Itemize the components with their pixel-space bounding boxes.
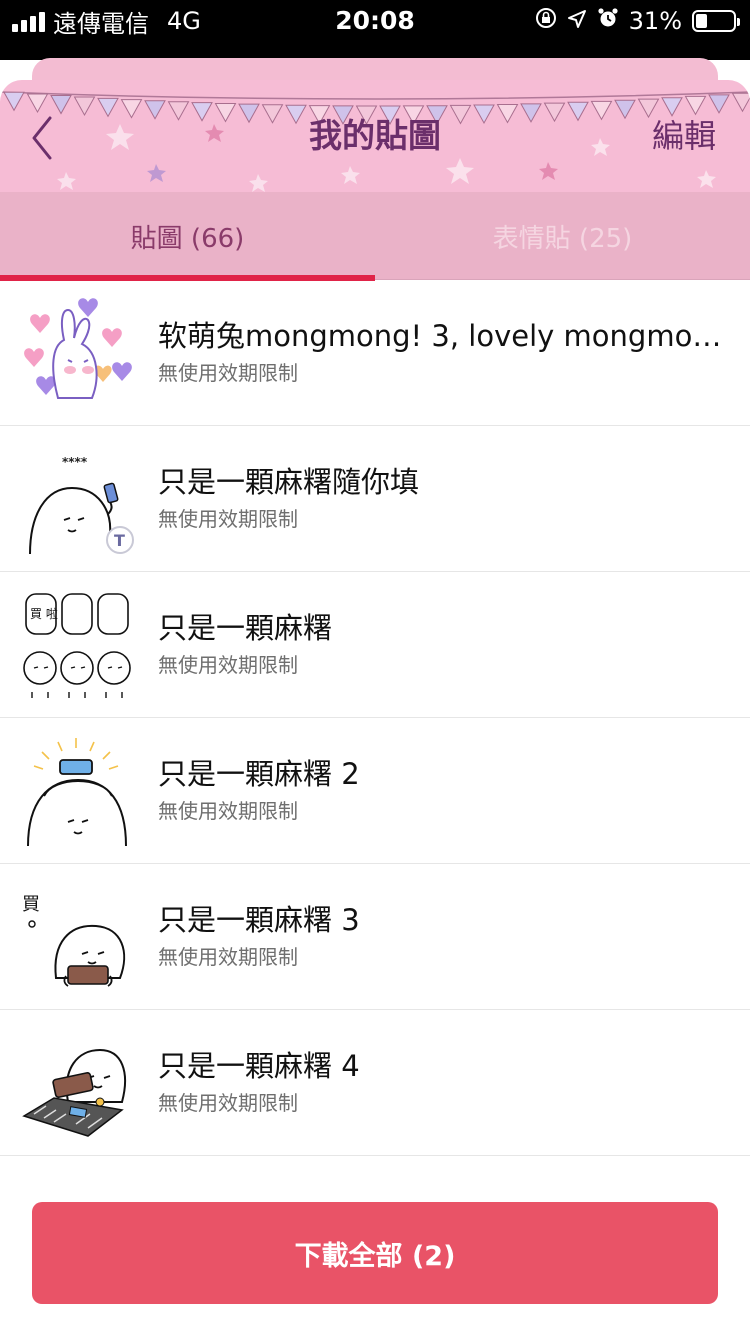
carrier-name: 遠傳電信 [53, 9, 149, 38]
battery-percent: 31% [628, 7, 682, 35]
edit-button[interactable]: 編輯 [652, 114, 716, 158]
item-validity: 無使用效期限制 [158, 653, 298, 677]
sticker-list: 软萌兔mongmong! 3, lovely mongmong 無使用效期限制 … [0, 280, 750, 1156]
tab-emoji-label: 表情貼 (25) [492, 223, 633, 254]
list-item[interactable]: 只是一顆麻糬 2 無使用效期限制 [0, 718, 750, 864]
sticker-thumbnail [22, 1048, 126, 1137]
svg-text:T: T [114, 531, 125, 550]
item-title: 只是一顆麻糬隨你填 [158, 465, 420, 499]
item-validity: 無使用效期限制 [158, 945, 298, 969]
list-item[interactable]: 買 啦 只是一顆麻糬 無使用效期限制 [0, 572, 750, 718]
rotation-lock-icon [535, 7, 557, 35]
item-validity: 無使用效期限制 [158, 507, 298, 531]
bunting-flag [73, 96, 96, 117]
item-validity: 無使用效期限制 [158, 361, 298, 385]
status-right: 31% [535, 6, 740, 36]
sticker-thumbnail [20, 298, 134, 406]
location-arrow-icon [567, 7, 587, 35]
bunting-flag [684, 95, 707, 116]
tab-bar: 貼圖 (66) 表情貼 (25) [0, 192, 750, 281]
item-title: 只是一顆麻糬 4 [158, 1049, 360, 1083]
item-validity: 無使用效期限制 [158, 1091, 298, 1115]
bunting-flag [708, 94, 730, 114]
bunting-flag [731, 92, 750, 113]
sticker-thumbnail: 買 啦 [23, 593, 131, 698]
signal-strength-icon [12, 10, 45, 32]
tab-stickers-label: 貼圖 (66) [130, 223, 245, 254]
item-title: 只是一顆麻糬 2 [158, 757, 360, 791]
bunting-flag [3, 91, 25, 112]
list-item[interactable]: 软萌兔mongmong! 3, lovely mongmong 無使用效期限制 [0, 280, 750, 426]
battery-fill [696, 14, 708, 28]
item-title: 只是一顆麻糬 [158, 611, 333, 645]
network-type: 4G [167, 7, 201, 35]
sticker-thumbnail: 買 [22, 894, 125, 987]
battery-icon [692, 10, 740, 32]
sticker-thumbnail: **** T [29, 455, 134, 554]
status-left: 遠傳電信 4G [12, 6, 201, 38]
download-all-button[interactable]: 下載全部 (2) [32, 1202, 718, 1304]
thumb-text: 買 [22, 894, 40, 915]
item-validity: 無使用效期限制 [158, 799, 298, 823]
page-title: 我的貼圖 [309, 116, 441, 155]
alarm-clock-icon [597, 7, 619, 35]
download-all-label: 下載全部 (2) [294, 1240, 456, 1272]
tab-stickers[interactable]: 貼圖 (66) [0, 192, 375, 281]
sticker-thumbnail [27, 738, 127, 846]
item-title: 只是一顆麻糬 3 [158, 903, 360, 937]
thumb-text: **** [62, 455, 88, 469]
status-bar: 遠傳電信 4G 20:08 31% [0, 0, 750, 60]
tab-emoji[interactable]: 表情貼 (25) [375, 192, 750, 280]
list-item[interactable]: **** T 只是一顆麻糬隨你填 無使用效期限制 [0, 426, 750, 572]
list-item[interactable]: 買 只是一顆麻糬 3 無使用效期限制 [0, 864, 750, 1010]
header: 我的貼圖 編輯 [0, 80, 750, 192]
thumb-text: 買 啦 [30, 606, 58, 621]
item-title: 软萌兔mongmong! 3, lovely mongmong [158, 319, 728, 353]
list-item[interactable]: 只是一顆麻糬 4 無使用效期限制 [0, 1010, 750, 1156]
